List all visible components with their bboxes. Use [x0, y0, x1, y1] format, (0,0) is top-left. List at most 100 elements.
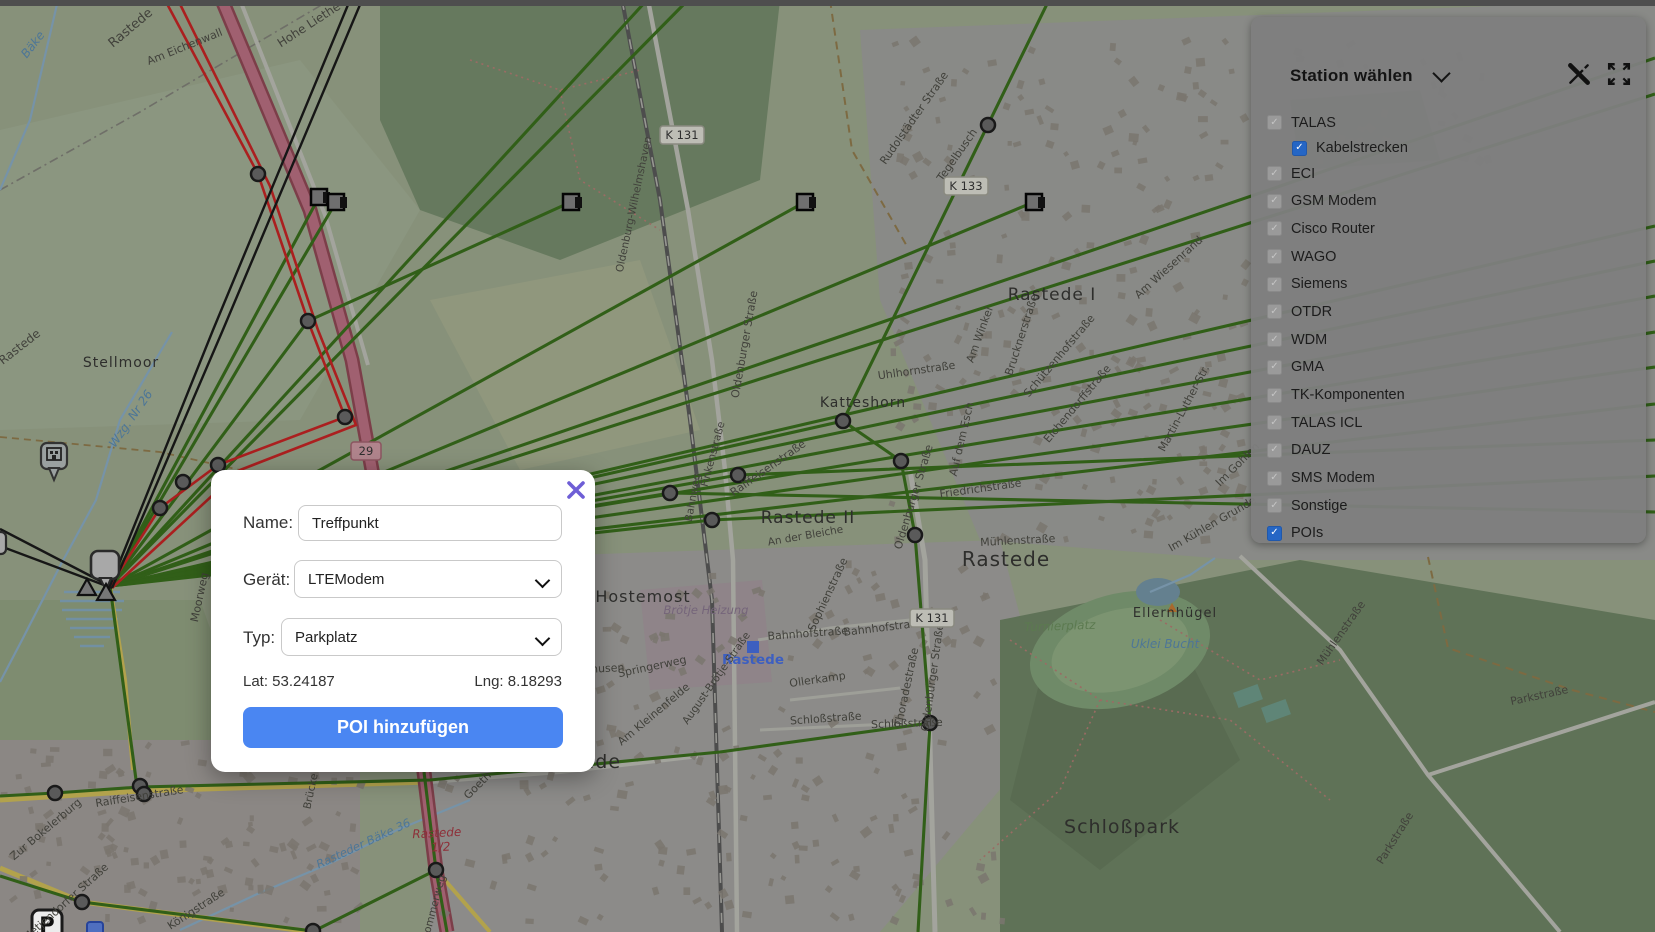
cable-node[interactable]	[153, 501, 167, 515]
svg-text:K 131: K 131	[915, 611, 948, 625]
building	[603, 627, 612, 632]
building	[41, 762, 51, 767]
building	[250, 815, 254, 821]
close-icon	[569, 483, 583, 497]
geraet-label: Gerät:	[243, 570, 290, 590]
building	[1196, 58, 1206, 67]
checkbox[interactable]: ✓	[1267, 443, 1282, 458]
checkbox[interactable]: ✓	[1267, 526, 1282, 541]
checkbox[interactable]: ✓	[1267, 115, 1282, 130]
building	[1116, 274, 1125, 282]
building	[160, 849, 169, 859]
svg-text:29: 29	[359, 444, 374, 458]
map-label: Rastede	[412, 825, 462, 842]
checkbox[interactable]: ✓	[1267, 332, 1282, 347]
station-row-cisco-router[interactable]: ✓Cisco Router	[1267, 215, 1636, 243]
name-label: Name:	[243, 513, 293, 533]
station-row-siemens[interactable]: ✓Siemens	[1267, 270, 1636, 298]
station-square-icon[interactable]	[797, 194, 816, 210]
building	[1089, 350, 1094, 356]
cable-node[interactable]	[663, 486, 677, 500]
checkbox[interactable]: ✓	[1267, 166, 1282, 181]
building	[196, 879, 201, 884]
station-row-sonstige[interactable]: ✓Sonstige	[1267, 492, 1636, 520]
station-row-eci[interactable]: ✓ECI	[1267, 160, 1636, 188]
building	[708, 573, 716, 579]
checkbox-label: GSM Modem	[1291, 193, 1376, 209]
map-label: Schloßpark	[1064, 816, 1180, 838]
cable-node[interactable]	[176, 475, 190, 489]
building	[103, 749, 112, 756]
checkbox[interactable]: ✓	[1267, 415, 1282, 430]
cable-node[interactable]	[705, 513, 719, 527]
building	[911, 798, 919, 804]
building	[177, 876, 186, 883]
geraet-select[interactable]: LTEModem	[294, 560, 562, 598]
station-row-gsm-modem[interactable]: ✓ GSM Modem	[1267, 187, 1636, 215]
typ-label: Typ:	[243, 628, 275, 648]
map-label: Schloßstraße	[871, 716, 943, 732]
building	[799, 845, 808, 851]
station-square-icon[interactable]	[1026, 194, 1045, 210]
station-row-talas-icl[interactable]: ✓TALAS ICL	[1267, 409, 1636, 437]
checkbox[interactable]: ✓	[1267, 498, 1282, 513]
cable-node[interactable]	[48, 786, 62, 800]
building	[1110, 43, 1116, 51]
station-row-sms-modem[interactable]: ✓SMS Modem	[1267, 464, 1636, 492]
checkbox[interactable]: ✓	[1267, 194, 1282, 209]
building	[525, 918, 534, 924]
station-row-tk-komponenten[interactable]: ✓TK-Komponenten	[1267, 381, 1636, 409]
map-label: 1/2	[431, 840, 451, 855]
building	[893, 814, 899, 822]
blue-marker-partial-icon[interactable]	[87, 922, 103, 932]
name-input[interactable]	[298, 505, 562, 541]
checkbox[interactable]: ✓	[1267, 360, 1282, 375]
checkbox-label: TALAS	[1291, 115, 1336, 131]
checkbox[interactable]: ✓	[1267, 249, 1282, 264]
station-row-talas[interactable]: ✓ TALAS	[1267, 109, 1636, 137]
building	[1145, 308, 1152, 317]
station-row-gma[interactable]: ✓GMA	[1267, 354, 1636, 382]
cable-node[interactable]	[894, 454, 908, 468]
building	[891, 348, 897, 356]
building	[913, 403, 921, 410]
checkbox[interactable]: ✓	[1267, 221, 1282, 236]
cable-node[interactable]	[306, 924, 320, 932]
cable-node[interactable]	[338, 410, 352, 424]
checkbox[interactable]: ✓	[1267, 388, 1282, 403]
checkbox[interactable]: ✓	[1267, 471, 1282, 486]
lat-value: Lat: 53.24187	[243, 673, 335, 690]
station-square-icon[interactable]	[563, 194, 582, 210]
building	[683, 887, 690, 895]
poi-submit-button[interactable]: POI hinzufügen	[243, 707, 563, 748]
building	[1222, 294, 1227, 300]
cable-node[interactable]	[251, 167, 265, 181]
crossed-tools-icon[interactable]	[1566, 61, 1592, 87]
station-row-wago[interactable]: ✓WAGO	[1267, 243, 1636, 271]
typ-select[interactable]: Parkplatz	[281, 618, 562, 656]
cable-node[interactable]	[981, 118, 995, 132]
station-row-wdm[interactable]: ✓WDM	[1267, 326, 1636, 354]
map-label: Turnierplatz	[1024, 618, 1096, 635]
station-partial-icon[interactable]	[0, 532, 6, 554]
building	[16, 774, 22, 780]
expand-icon[interactable]	[1606, 61, 1632, 87]
station-row-otdr[interactable]: ✓OTDR	[1267, 298, 1636, 326]
checkbox[interactable]: ✓	[1267, 277, 1282, 292]
close-button[interactable]	[563, 477, 589, 503]
station-row-kabelstrecken[interactable]: ✓Kabelstrecken	[1292, 137, 1636, 160]
building	[1152, 479, 1157, 485]
checkbox[interactable]: ✓	[1267, 304, 1282, 319]
station-row-pois[interactable]: ✓POIs	[1267, 520, 1636, 548]
map-label: Brötje Heizung	[664, 603, 749, 617]
checkbox[interactable]: ✓	[1292, 141, 1307, 156]
building	[1004, 185, 1009, 191]
station-row-dauz[interactable]: ✓DAUZ	[1267, 437, 1636, 465]
building	[947, 250, 956, 256]
cable-node[interactable]	[301, 314, 315, 328]
cable-node[interactable]	[836, 414, 850, 428]
station-square-icon[interactable]	[328, 194, 347, 210]
building	[144, 862, 149, 868]
building	[1184, 66, 1192, 74]
station-dropdown[interactable]: Station wählen	[1290, 63, 1448, 89]
